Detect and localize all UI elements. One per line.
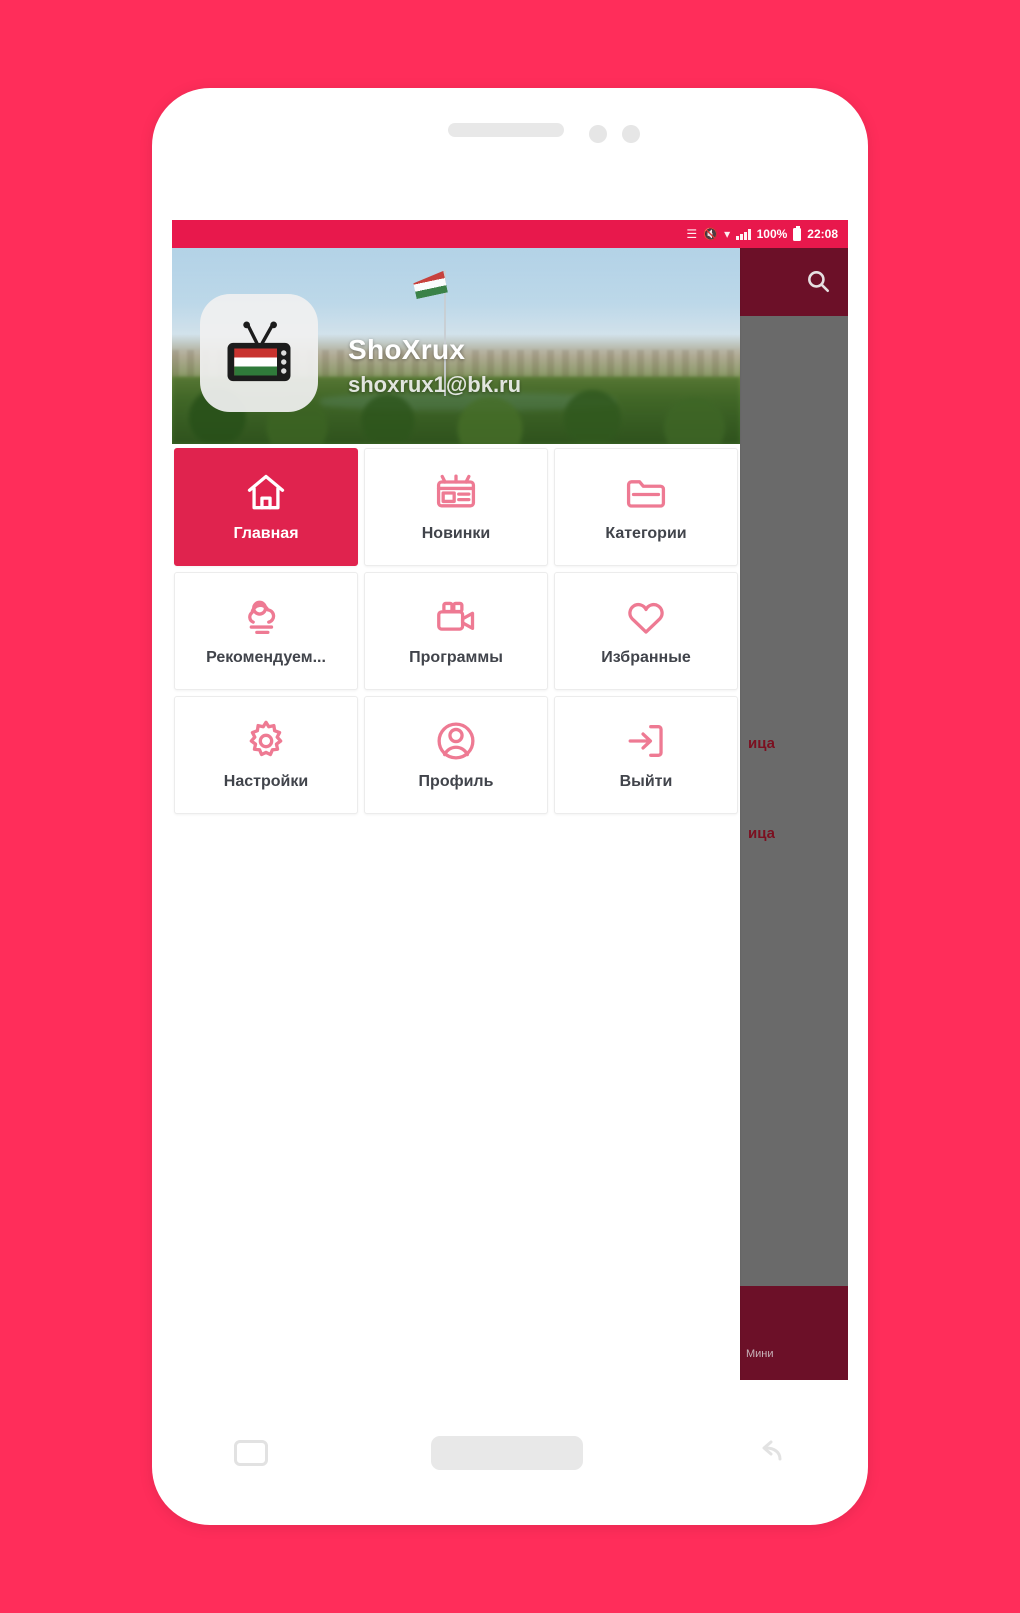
menu-item-programs[interactable]: Программы <box>364 572 548 690</box>
search-icon[interactable] <box>805 268 831 294</box>
wifi-icon: ▾ <box>724 227 731 241</box>
menu-item-categories[interactable]: Категории <box>554 448 738 566</box>
menu-item-recommended[interactable]: Рекомендуем... <box>174 572 358 690</box>
menu-item-settings[interactable]: Настройки <box>174 696 358 814</box>
menu-item-home[interactable]: Главная <box>174 448 358 566</box>
menu-item-new[interactable]: Новинки <box>364 448 548 566</box>
proximity-sensor-icon <box>589 125 607 143</box>
activity-list-row[interactable]: ица <box>748 735 775 752</box>
back-button[interactable] <box>746 1439 786 1467</box>
app-body: ица ица Мини ShoXrux shoxrux1@bk.ru Глав… <box>172 248 848 1380</box>
front-camera-icon <box>622 125 640 143</box>
home-icon <box>247 474 285 510</box>
video-icon <box>437 601 475 631</box>
battery-icon <box>793 225 802 241</box>
gear-icon <box>249 720 283 757</box>
menu-item-label: Программы <box>409 649 503 666</box>
heart-icon <box>628 602 664 634</box>
back-arrow-icon <box>762 1440 782 1460</box>
drawer-header: ShoXrux shoxrux1@bk.ru <box>172 248 740 444</box>
activity-toolbar <box>740 248 848 316</box>
phone-navigation-bar <box>152 1380 868 1525</box>
avatar[interactable] <box>200 294 318 412</box>
mute-icon: 🔇 <box>703 227 719 241</box>
menu-item-label: Профиль <box>418 773 494 790</box>
menu-item-profile[interactable]: Профиль <box>364 696 548 814</box>
battery-percent-label: 100% <box>756 227 788 241</box>
underlying-activity[interactable]: ица ица Мини <box>740 248 848 1380</box>
signal-icon <box>736 228 751 240</box>
status-bar: ☰ 🔇 ▾ 100% 22:08 <box>172 220 848 248</box>
new-releases-icon <box>436 474 476 508</box>
menu-item-label: Новинки <box>421 525 491 542</box>
menu-item-label: Выйти <box>619 773 673 790</box>
tv-icon <box>227 321 291 382</box>
phone-top-bezel <box>152 88 868 218</box>
menu-item-label: Настройки <box>223 773 309 790</box>
menu-item-label: Избранные <box>601 649 691 666</box>
menu-item-label: Категории <box>605 525 687 542</box>
logout-icon <box>628 725 663 757</box>
cloud-sun-icon <box>248 600 276 635</box>
activity-bottom-bar[interactable]: Мини <box>740 1286 848 1380</box>
activity-list-row[interactable]: ица <box>748 825 775 842</box>
navigation-drawer: ShoXrux shoxrux1@bk.ru Главная Новинки К… <box>172 248 740 1380</box>
profile-email: shoxrux1@bk.ru <box>348 372 522 397</box>
speaker-grille-icon <box>448 123 564 137</box>
folder-icon <box>626 480 666 508</box>
menu-item-label: Рекомендуем... <box>206 649 326 666</box>
profile-name: ShoXrux <box>348 334 466 365</box>
home-button[interactable] <box>430 1435 583 1470</box>
menu-item-label: Главная <box>233 525 299 542</box>
recent-apps-button[interactable] <box>233 1439 268 1466</box>
menu-item-favorites[interactable]: Избранные <box>554 572 738 690</box>
clock-label: 22:08 <box>807 227 838 241</box>
vibrate-icon: ☰ <box>686 227 698 241</box>
drawer-menu-grid: Главная Новинки Категории Рекомендуем...… <box>172 444 740 818</box>
person-icon <box>437 722 475 760</box>
phone-frame: ☰ 🔇 ▾ 100% 22:08 ица ица Мини ShoXrux sh… <box>152 88 868 1525</box>
menu-item-logout[interactable]: Выйти <box>554 696 738 814</box>
phone-screen: ☰ 🔇 ▾ 100% 22:08 ица ица Мини ShoXrux sh… <box>172 220 848 1380</box>
